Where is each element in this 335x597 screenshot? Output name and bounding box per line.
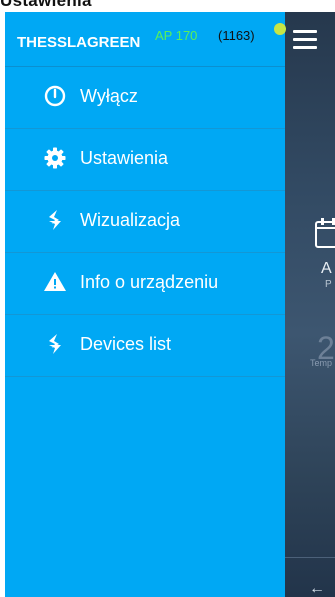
mode-label: A	[321, 260, 332, 277]
mode-sublabel: P	[325, 279, 332, 290]
menu-item-label: Ustawienia	[80, 148, 169, 168]
menu-item-wizualizacja[interactable]: Wizualizacja	[5, 191, 285, 253]
temperature-label: Temp	[310, 358, 333, 368]
divider	[285, 557, 335, 558]
power-icon	[43, 84, 67, 108]
menu-item-info[interactable]: Info o urządzeniu	[5, 253, 285, 315]
menu-item-wylacz[interactable]: Wyłącz	[5, 67, 285, 129]
brand-name: THESSLAGREEN	[17, 34, 141, 51]
drawer-menu: Wyłącz Ustawienia Wizualizacja Info o ur…	[5, 67, 285, 377]
unit-model: AP 170	[155, 28, 198, 43]
menu-item-devices-list[interactable]: Devices list	[5, 315, 285, 377]
main-content: A P 2 Temp ←	[285, 12, 335, 597]
back-arrow-icon[interactable]: ←	[309, 580, 325, 597]
menu-item-label: Wyłącz	[80, 86, 138, 106]
warning-icon	[43, 270, 67, 294]
calendar-icon[interactable]	[315, 218, 335, 248]
menu-item-label: Wizualizacja	[80, 210, 181, 230]
status-dot	[274, 23, 286, 35]
menu-item-label: Devices list	[80, 334, 172, 354]
top-caption: Ustawienia	[0, 0, 92, 10]
logo-icon	[43, 332, 67, 356]
menu-item-label: Info o urządzeniu	[80, 272, 219, 292]
gear-icon	[43, 146, 67, 170]
menu-item-ustawienia[interactable]: Ustawienia	[5, 129, 285, 191]
menu-icon[interactable]	[293, 30, 317, 54]
navigation-drawer: THESSLAGREEN AP 170 (1163) Wyłącz Ustawi…	[5, 12, 285, 597]
unit-count: (1163)	[218, 28, 255, 43]
drawer-header: THESSLAGREEN AP 170 (1163)	[5, 12, 285, 67]
logo-icon	[43, 208, 67, 232]
